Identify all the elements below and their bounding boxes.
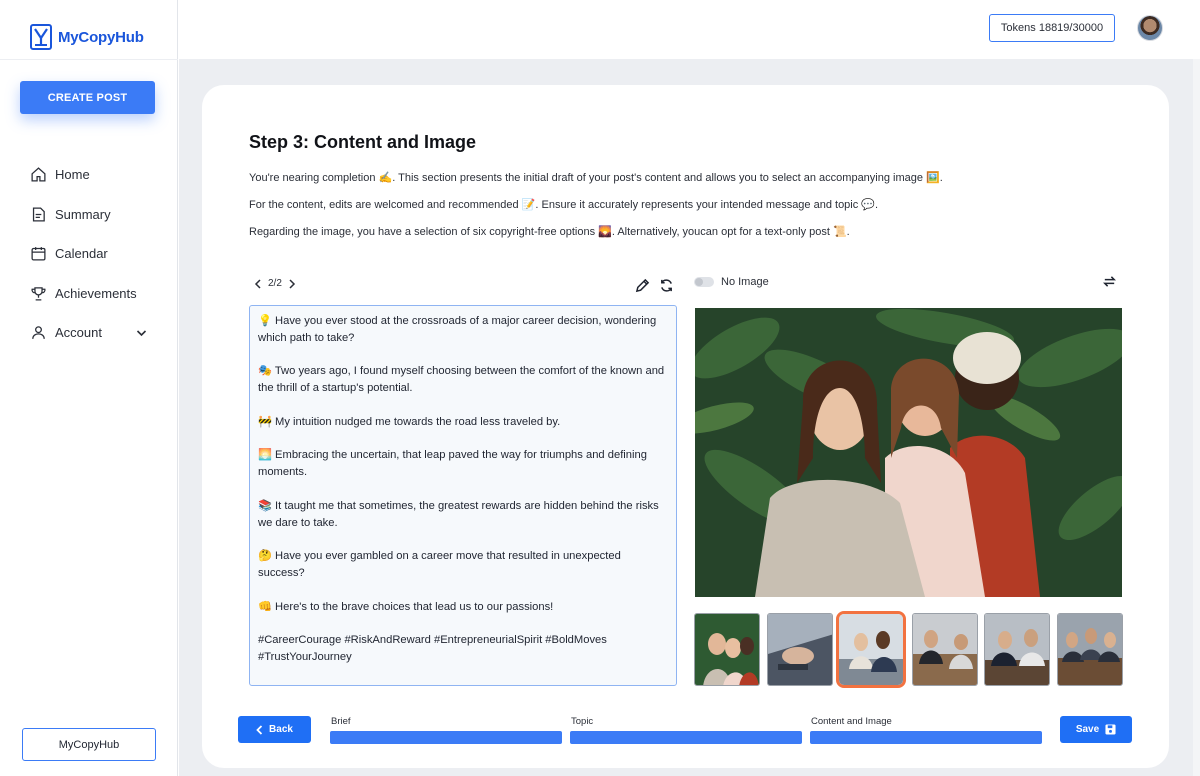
sidebar-item-label: Home bbox=[55, 167, 90, 183]
progress-step-brief: Brief bbox=[330, 716, 562, 744]
tokens-badge[interactable]: Tokens 18819/30000 bbox=[989, 14, 1115, 42]
toggle-label: No Image bbox=[721, 276, 769, 288]
step-label: Content and Image bbox=[811, 716, 892, 727]
image-thumbnail-2[interactable] bbox=[767, 613, 833, 686]
post-content-editor[interactable]: 💡 Have you ever stood at the crossroads … bbox=[249, 305, 677, 686]
sidebar-item-label: Account bbox=[55, 325, 102, 341]
calendar-icon bbox=[31, 247, 46, 261]
intro-line-1: You're nearing completion ✍️. This secti… bbox=[249, 172, 943, 184]
app-name: MyCopyHub bbox=[58, 28, 144, 46]
intro-line-3: Regarding the image, you have a selectio… bbox=[249, 226, 850, 238]
intro-line-2: For the content, edits are welcomed and … bbox=[249, 199, 879, 211]
document-icon bbox=[32, 207, 45, 222]
chevron-left-icon[interactable] bbox=[254, 278, 262, 289]
image-thumbnail-4[interactable] bbox=[912, 613, 978, 686]
sidebar: MyCopyHub CREATE POST Home Summary Calen… bbox=[0, 0, 178, 776]
trophy-icon bbox=[31, 286, 46, 301]
pager-label: 2/2 bbox=[268, 278, 282, 289]
mycopyhub-footer-button[interactable]: MyCopyHub bbox=[22, 728, 156, 761]
step-label: Brief bbox=[331, 716, 351, 727]
scrollbar[interactable] bbox=[1193, 59, 1200, 776]
sidebar-item-home[interactable]: Home bbox=[30, 155, 160, 195]
chevron-down-icon[interactable] bbox=[133, 327, 150, 339]
sidebar-item-label: Calendar bbox=[55, 246, 108, 262]
step-bar bbox=[570, 731, 802, 744]
sidebar-item-calendar[interactable]: Calendar bbox=[30, 234, 160, 274]
sidebar-item-summary[interactable]: Summary bbox=[30, 195, 160, 235]
selected-image-preview bbox=[695, 308, 1122, 597]
save-button[interactable]: Save bbox=[1060, 716, 1132, 743]
logo-icon bbox=[30, 24, 52, 50]
sidebar-item-label: Summary bbox=[55, 206, 111, 222]
thumbnail-graphic bbox=[839, 614, 903, 685]
no-image-toggle[interactable]: No Image bbox=[694, 276, 769, 288]
create-post-button[interactable]: CREATE POST bbox=[20, 81, 155, 114]
image-thumbnail-3[interactable] bbox=[836, 611, 906, 688]
step-label: Topic bbox=[571, 716, 594, 727]
page-title: Step 3: Content and Image bbox=[249, 132, 477, 152]
toggle-switch[interactable] bbox=[694, 277, 714, 287]
save-button-label: Save bbox=[1075, 724, 1100, 735]
chevron-left-icon bbox=[256, 724, 263, 735]
image-thumbnail-5[interactable] bbox=[984, 613, 1050, 686]
thumbnail-graphic bbox=[985, 614, 1049, 685]
sidebar-item-label: Achievements bbox=[55, 285, 137, 301]
chevron-right-icon[interactable] bbox=[288, 278, 296, 289]
sidebar-item-account[interactable]: Account bbox=[30, 313, 160, 353]
user-icon bbox=[32, 326, 45, 340]
image-thumbnail-6[interactable] bbox=[1057, 613, 1123, 686]
refresh-icon[interactable] bbox=[659, 278, 674, 293]
floppy-disk-icon bbox=[1105, 724, 1116, 735]
thumbnail-graphic bbox=[913, 614, 977, 685]
progress-step-topic: Topic bbox=[570, 716, 802, 744]
image-illustration bbox=[695, 308, 1122, 597]
step-bar bbox=[810, 731, 1042, 744]
back-button-label: Back bbox=[269, 724, 293, 735]
avatar[interactable] bbox=[1137, 15, 1163, 41]
home-icon bbox=[31, 167, 46, 182]
pencil-icon[interactable] bbox=[635, 278, 650, 293]
sidebar-nav: Home Summary Calendar Achievements Accou… bbox=[30, 155, 160, 353]
thumbnail-graphic bbox=[695, 614, 759, 685]
thumbnail-graphic bbox=[1058, 614, 1122, 685]
thumbnail-graphic bbox=[768, 614, 832, 685]
sidebar-item-achievements[interactable]: Achievements bbox=[30, 274, 160, 314]
sidebar-divider bbox=[0, 59, 178, 60]
refresh-images-icon[interactable] bbox=[1102, 274, 1117, 289]
draft-pager: 2/2 bbox=[254, 278, 296, 289]
image-thumbnail-1[interactable] bbox=[694, 613, 760, 686]
step-bar bbox=[330, 731, 562, 744]
progress-step-content-image: Content and Image bbox=[810, 716, 1042, 744]
back-button[interactable]: Back bbox=[238, 716, 311, 743]
app-logo[interactable]: MyCopyHub bbox=[30, 24, 144, 50]
